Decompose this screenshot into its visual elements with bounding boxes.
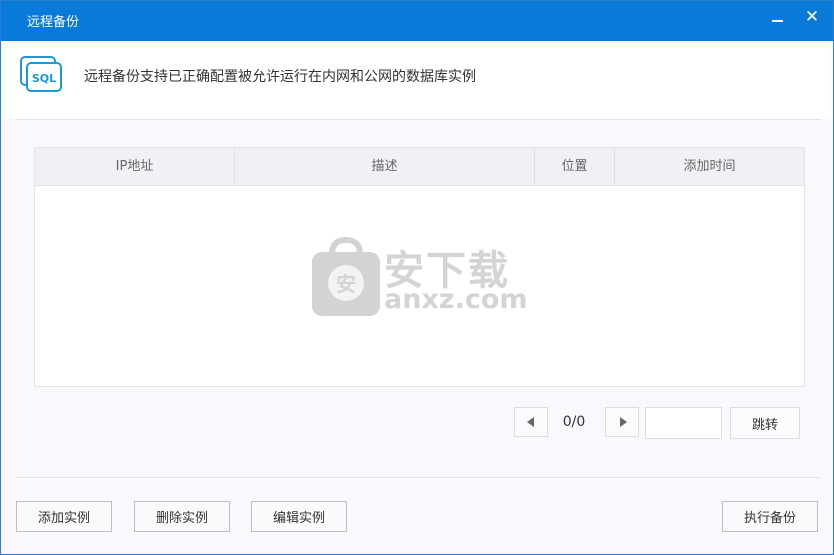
remote-backup-window: 远程备份 ✕ SQL 远程备份支持已正确配置被允许运行在内网和公网的数据库实例 …	[0, 0, 834, 555]
shopping-bag-icon: 安	[312, 236, 380, 316]
close-icon: ✕	[804, 7, 820, 27]
title-bar[interactable]: 远程备份 ✕	[1, 1, 833, 41]
delete-instance-button[interactable]: 删除实例	[134, 501, 230, 532]
column-header-added-time[interactable]: 添加时间	[615, 148, 804, 186]
triangle-left-icon	[527, 417, 534, 427]
window-title: 远程备份	[27, 15, 80, 30]
minimize-button[interactable]	[763, 5, 791, 29]
page-number-input[interactable]	[645, 407, 722, 439]
jump-button[interactable]: 跳转	[730, 407, 800, 439]
add-instance-button[interactable]: 添加实例	[16, 501, 112, 532]
next-page-button[interactable]	[605, 407, 639, 437]
divider-top	[15, 119, 821, 120]
watermark-en-text: anxz.com	[384, 284, 528, 315]
watermark-logo: 安 安下载 anxz.com	[310, 236, 530, 318]
table-header: IP地址 描述 位置 添加时间	[35, 148, 804, 186]
sql-icon-label: SQL	[32, 72, 56, 85]
close-button[interactable]: ✕	[798, 5, 826, 29]
header-description: 远程备份支持已正确配置被允许运行在内网和公网的数据库实例	[84, 69, 476, 85]
triangle-right-icon	[620, 417, 627, 427]
column-header-description[interactable]: 描述	[235, 148, 535, 186]
prev-page-button[interactable]	[514, 407, 548, 437]
watermark-badge-text: 安	[336, 272, 356, 296]
divider-bottom	[15, 477, 821, 478]
run-backup-button[interactable]: 执行备份	[722, 501, 818, 532]
edit-instance-button[interactable]: 编辑实例	[251, 501, 347, 532]
sql-database-icon: SQL	[20, 56, 62, 92]
minimize-icon	[772, 20, 783, 22]
column-header-ip[interactable]: IP地址	[35, 148, 235, 186]
column-header-location[interactable]: 位置	[535, 148, 615, 186]
instance-table[interactable]: IP地址 描述 位置 添加时间 安 安下载 anxz.com	[34, 147, 805, 387]
page-count: 0/0	[562, 414, 586, 430]
header-area: SQL 远程备份支持已正确配置被允许运行在内网和公网的数据库实例	[1, 41, 833, 119]
